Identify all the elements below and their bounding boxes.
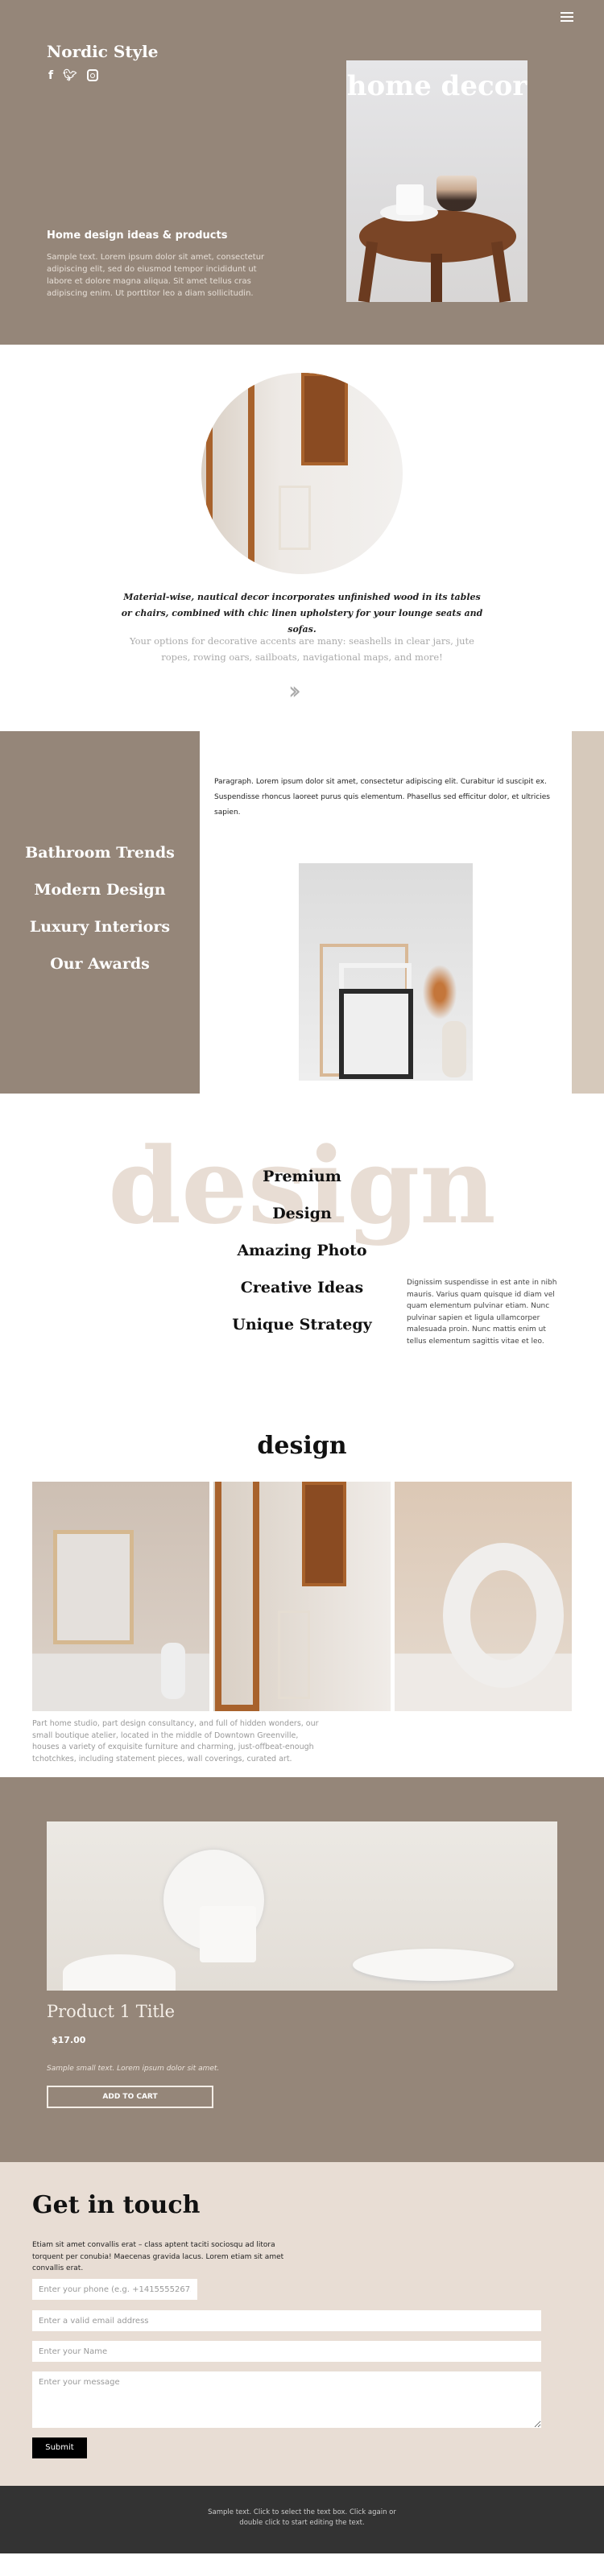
hero-image-caption: home decor [346, 70, 527, 102]
message-input[interactable] [32, 2371, 541, 2428]
instagram-icon[interactable] [86, 69, 98, 81]
product-image [47, 1821, 557, 1991]
facebook-icon[interactable]: f [48, 69, 53, 82]
hero-section: Nordic Style f 🐦︎ Home design ideas & pr… [0, 0, 604, 345]
category-link[interactable]: Our Awards [0, 955, 200, 992]
feature-item: Design [272, 1205, 332, 1222]
gallery-section: design Part home studio, part design con… [0, 1359, 604, 1777]
feature-item: Amazing Photo [237, 1242, 367, 1259]
add-to-cart-button[interactable]: ADD TO CART [47, 2086, 213, 2108]
categories-panel: Bathroom Trends Modern Design Luxury Int… [0, 731, 200, 1094]
features-text: Dignissim suspendisse in est ante in nib… [407, 1279, 557, 1346]
category-link[interactable]: Luxury Interiors [0, 918, 200, 955]
feature-item: Premium [263, 1168, 341, 1185]
product-price: $17.00 [52, 2035, 86, 2045]
double-chevron-right-icon[interactable]: ›› [288, 677, 301, 705]
hero-image: home decor [346, 60, 527, 303]
frames-image [299, 863, 473, 1081]
category-link[interactable]: Bathroom Trends [0, 844, 200, 881]
contact-title: Get in touch [32, 2191, 201, 2219]
submit-button[interactable]: Submit [32, 2437, 87, 2458]
contact-section: Get in touch Etiam sit amet convallis er… [0, 2162, 604, 2486]
accent-strip [572, 731, 604, 1094]
email-input[interactable] [32, 2310, 541, 2331]
hamburger-icon[interactable] [561, 10, 573, 24]
categories-section: Bathroom Trends Modern Design Luxury Int… [0, 731, 604, 1094]
name-input[interactable] [32, 2341, 541, 2362]
intro-quote: Material-wise, nautical decor incorporat… [121, 592, 483, 635]
site-title: Nordic Style [47, 42, 159, 61]
contact-text: Etiam sit amet convallis erat – class ap… [32, 2241, 284, 2272]
gallery-text: Part home studio, part design consultanc… [32, 1719, 319, 1764]
phone-input[interactable] [32, 2279, 197, 2300]
interior-circle-image [201, 373, 403, 574]
feature-item: Creative Ideas [240, 1279, 364, 1296]
gallery-image-chair [213, 1482, 391, 1711]
categories-paragraph: Paragraph. Lorem ipsum dolor sit amet, c… [214, 778, 550, 817]
features-section: design Premium Design Amazing Photo Crea… [0, 1094, 604, 1359]
category-link[interactable]: Modern Design [0, 881, 200, 918]
gallery-image-frame [32, 1482, 209, 1711]
gallery-image-vase [395, 1482, 572, 1711]
intro-text: Your options for decorative accents are … [130, 635, 474, 663]
feature-item: Unique Strategy [232, 1316, 372, 1333]
gallery-title: design [257, 1432, 347, 1460]
footer: Sample text. Click to select the text bo… [0, 2486, 604, 2553]
product-text: Sample small text. Lorem ipsum dolor sit… [47, 2065, 220, 2073]
intro-section: Material-wise, nautical decor incorporat… [0, 345, 604, 731]
hero-subtitle: Home design ideas & products [47, 229, 228, 242]
hero-text: Sample text. Lorem ipsum dolor sit amet,… [47, 253, 265, 298]
product-title: Product 1 Title [47, 2002, 175, 2021]
footer-text: Sample text. Click to select the text bo… [208, 2508, 396, 2527]
twitter-icon[interactable]: 🐦︎ [63, 69, 77, 82]
product-section: Product 1 Title $17.00 Sample small text… [0, 1777, 604, 2162]
